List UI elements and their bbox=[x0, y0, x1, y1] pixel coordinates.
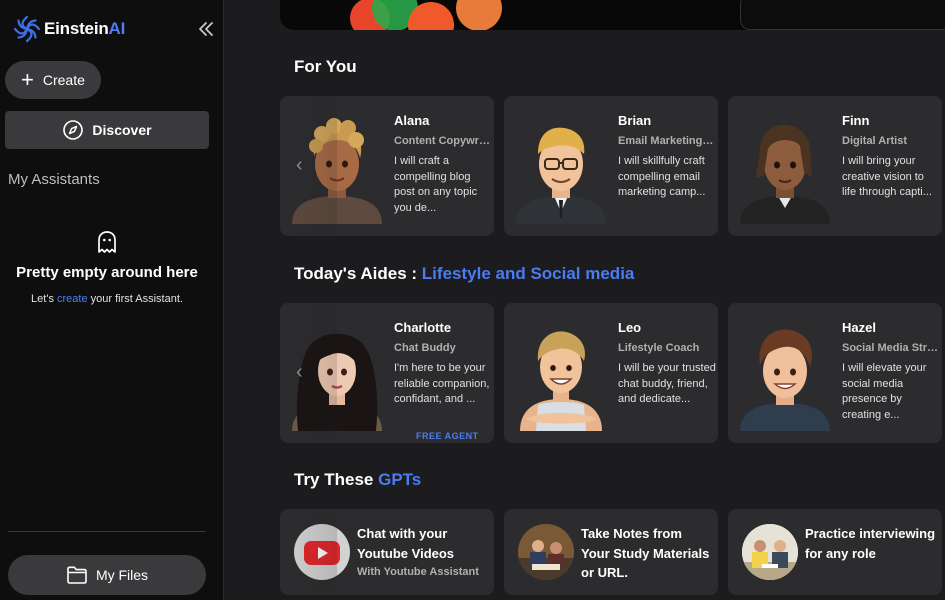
empty-state-message: Let's create your first Assistant. bbox=[0, 293, 214, 305]
study-notes-thumbnail bbox=[518, 524, 574, 580]
ghost-icon bbox=[98, 231, 116, 253]
assistant-card-leo[interactable]: Leo Lifestyle Coach I will be your trust… bbox=[504, 303, 718, 443]
assistant-name: Hazel bbox=[842, 320, 876, 335]
carousel-fade bbox=[280, 96, 337, 236]
create-button[interactable]: + Create bbox=[5, 61, 101, 99]
interview-image bbox=[742, 524, 798, 580]
discover-button[interactable]: Discover bbox=[5, 111, 209, 149]
assistant-card-hazel[interactable]: Hazel Social Media Strategist I will ele… bbox=[728, 303, 942, 443]
assistant-role: Digital Artist bbox=[842, 135, 907, 147]
create-label: Create bbox=[42, 72, 85, 88]
section-title-accent: GPTs bbox=[378, 470, 422, 489]
collapse-chevrons-icon bbox=[199, 22, 213, 36]
assistant-card-finn[interactable]: Finn Digital Artist I will bring your cr… bbox=[728, 96, 942, 236]
free-agent-badge: FREE AGENT bbox=[416, 431, 479, 441]
assistant-role: Chat Buddy bbox=[394, 342, 456, 354]
section-title-prefix: Today's Aides : bbox=[294, 264, 422, 283]
section-title-for-you: For You bbox=[294, 57, 357, 76]
featured-banner[interactable] bbox=[280, 0, 945, 30]
my-assistants-heading: My Assistants bbox=[8, 171, 100, 188]
gpt-title: Take Notes from Your Study Materials or … bbox=[581, 526, 710, 580]
assistant-name: Finn bbox=[842, 113, 870, 128]
gpt-title: Practice interviewing for any role bbox=[805, 526, 936, 561]
carousel-fade bbox=[280, 303, 337, 443]
assistant-role: Content Copywriter bbox=[394, 135, 490, 147]
brand-logo-icon bbox=[13, 15, 41, 43]
section-title-todays-aides: Today's Aides : Lifestyle and Social med… bbox=[294, 264, 634, 284]
assistant-name: Alana bbox=[394, 113, 430, 128]
sidebar-divider bbox=[8, 531, 206, 532]
assistant-card-brian[interactable]: Brian Email Marketing Expert I will skil… bbox=[504, 96, 718, 236]
assistant-description: I will craft a compelling blog post on a… bbox=[394, 155, 478, 214]
assistant-description: I will elevate your social media presenc… bbox=[842, 362, 927, 421]
assistant-role: Social Media Strategist bbox=[842, 342, 938, 354]
gpt-subtitle: With Youtube Assistant bbox=[357, 566, 479, 578]
gpt-card-take-notes[interactable]: Take Notes from Your Study Materials or … bbox=[504, 509, 718, 595]
gpt-title: Chat with your Youtube Videos bbox=[357, 526, 455, 561]
avatar bbox=[520, 331, 602, 431]
brand-name: EinsteinAI bbox=[44, 19, 126, 38]
assistant-description: I will bring your creative vision to lif… bbox=[842, 155, 932, 198]
carousel-prev-icon[interactable]: ‹ bbox=[296, 154, 303, 177]
assistant-description: I'm here to be your reliable companion, … bbox=[394, 362, 490, 405]
empty-state-title: Pretty empty around here bbox=[16, 264, 198, 281]
folder-icon bbox=[67, 566, 87, 584]
assistant-name: Charlotte bbox=[394, 320, 452, 335]
sidebar: EinsteinAI + Create Discover My Assistan… bbox=[0, 0, 224, 600]
create-assistant-link[interactable]: create bbox=[57, 293, 88, 305]
section-title-accent[interactable]: Lifestyle and Social media bbox=[422, 264, 635, 283]
my-files-label: My Files bbox=[95, 567, 149, 583]
assistant-description: I will be your trusted chat buddy, frien… bbox=[618, 362, 716, 405]
assistant-role: Email Marketing Expert bbox=[618, 135, 714, 147]
banner-graphic bbox=[456, 0, 502, 30]
brand[interactable]: EinsteinAI bbox=[12, 13, 125, 45]
assistant-role: Lifestyle Coach bbox=[618, 342, 700, 354]
my-files-button[interactable]: My Files bbox=[8, 555, 206, 595]
avatar bbox=[740, 124, 830, 224]
interview-thumbnail bbox=[742, 524, 798, 580]
section-title-prefix: Try These bbox=[294, 470, 379, 489]
empty-suffix: your first Assistant. bbox=[87, 293, 183, 305]
assistant-name: Leo bbox=[618, 320, 642, 335]
avatar bbox=[740, 329, 830, 431]
avatar bbox=[516, 127, 606, 224]
empty-prefix: Let's bbox=[31, 293, 57, 305]
banner-panel bbox=[740, 0, 945, 30]
section-title-gpts: Try These GPTs bbox=[294, 470, 421, 490]
compass-icon bbox=[63, 120, 84, 140]
plus-icon: + bbox=[21, 67, 34, 92]
carousel-prev-icon[interactable]: ‹ bbox=[296, 361, 303, 384]
assistant-description: I will skillfully craft compelling email… bbox=[618, 155, 706, 198]
students-image bbox=[518, 524, 574, 580]
carousel-fade bbox=[280, 509, 337, 595]
collapse-sidebar-button[interactable] bbox=[196, 18, 216, 40]
main-content: For You Alana Content Copywriter I will … bbox=[225, 0, 945, 600]
discover-label: Discover bbox=[92, 122, 152, 138]
assistant-name: Brian bbox=[618, 113, 652, 128]
gpt-card-interviewing[interactable]: Practice interviewing for any role bbox=[728, 509, 942, 595]
